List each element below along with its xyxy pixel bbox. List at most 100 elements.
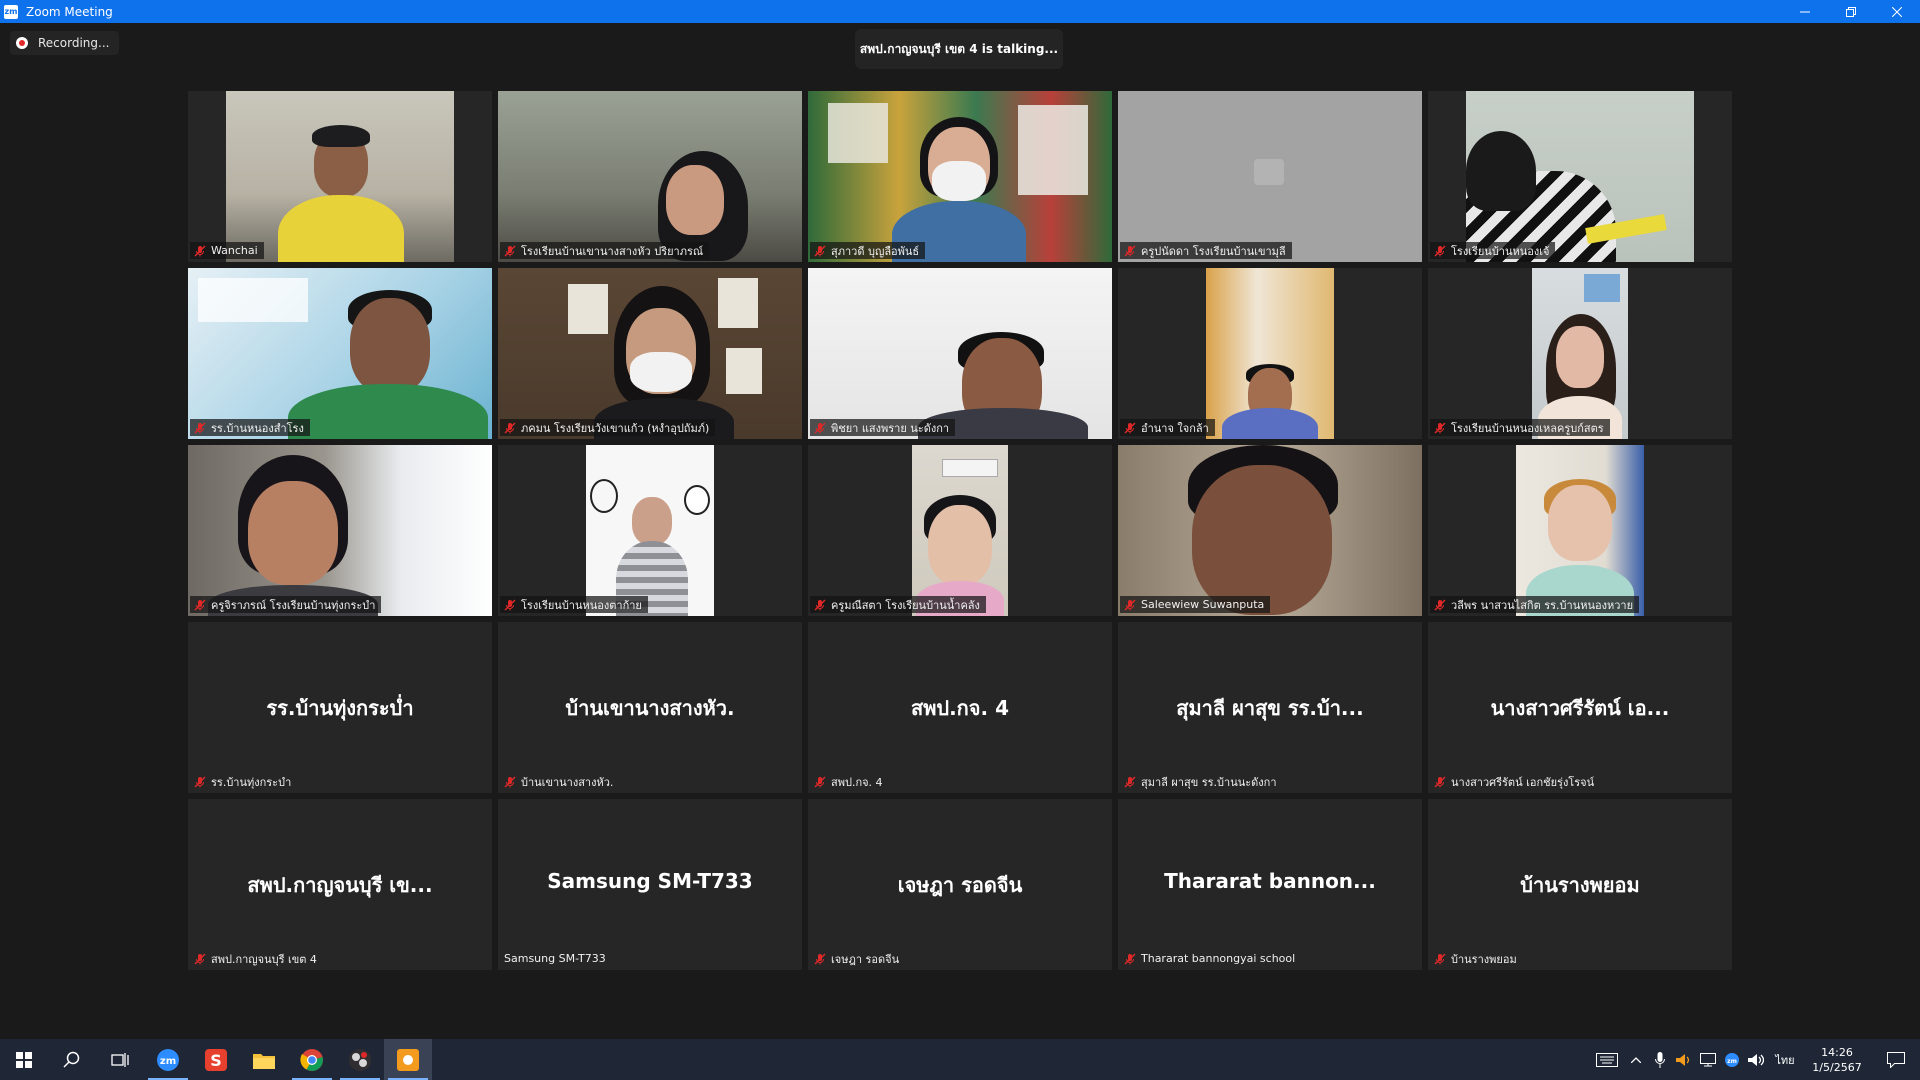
participant-tile[interactable]: เจษฎา รอดจีน เจษฎา รอดจีน [808, 799, 1112, 970]
search-button[interactable] [48, 1039, 96, 1080]
volume-tray[interactable] [1744, 1053, 1768, 1067]
restore-button[interactable] [1828, 0, 1874, 23]
obs-icon [349, 1048, 371, 1071]
participant-tile[interactable]: ครูจิราภรณ์ โรงเรียนบ้านทุ่งกระบำ [188, 445, 492, 616]
participant-tile[interactable]: Wanchai [188, 91, 492, 262]
participant-video [188, 268, 492, 439]
close-icon [1892, 6, 1902, 17]
participant-tile[interactable]: พิชยา แสงพราย นะดังกา [808, 268, 1112, 439]
minimize-button[interactable] [1782, 0, 1828, 23]
zoom-tray-icon: zm [1725, 1052, 1739, 1067]
participant-nameplate: Thararat bannongyai school [1120, 950, 1301, 967]
task-view-icon [111, 1052, 129, 1067]
minimize-icon [1800, 11, 1810, 12]
participant-nameplate: บ้านรางพยอม [1430, 950, 1523, 967]
participant-tile[interactable]: ครูปนัดดา โรงเรียนบ้านเขามุลี [1118, 91, 1422, 262]
mic-muted-icon [814, 422, 826, 434]
participant-tile[interactable]: สพป.กาญจนบุรี เข... สพป.กาญจนบุรี เขต 4 [188, 799, 492, 970]
file-explorer-icon [253, 1053, 275, 1069]
mic-muted-icon [814, 953, 826, 965]
participant-tile[interactable]: สุมาลี ผาสุข รร.บ้า... สุมาลี ผาสุข รร.บ… [1118, 622, 1422, 793]
taskbar-zoom[interactable]: zm [144, 1039, 192, 1080]
taskbar-paint-app[interactable] [384, 1039, 432, 1080]
participant-name: สุภาวดี บุญลือพันธ์ [831, 244, 920, 258]
wps-app-icon: S [205, 1048, 227, 1071]
participant-video [808, 268, 1112, 439]
participant-nameplate: สุมาลี ผาสุข รร.บ้านนะดังกา [1120, 773, 1283, 790]
svg-text:S: S [210, 1051, 222, 1070]
zoom-tray[interactable]: zm [1720, 1052, 1744, 1067]
participant-video [1118, 445, 1422, 616]
input-language-button[interactable]: ไทย [1768, 1051, 1802, 1069]
participant-name: Saleewiew Suwanputa [1141, 598, 1265, 611]
participant-tile[interactable]: สุภาวดี บุญลือพันธ์ [808, 91, 1112, 262]
keyboard-icon [1596, 1052, 1618, 1067]
participant-name: บ้านเขานางสางหัว. [521, 775, 614, 789]
start-button[interactable] [0, 1039, 48, 1080]
participant-tile[interactable]: โรงเรียนบ้านหนองตาก้าย [498, 445, 802, 616]
participant-nameplate: บ้านเขานางสางหัว. [500, 773, 619, 790]
participant-display-name: เจษฎา รอดจีน [897, 873, 1023, 897]
participant-nameplate: อำนาจ ใจกล้า [1120, 419, 1215, 436]
participant-tile[interactable]: Samsung SM-T733 Samsung SM-T733 [498, 799, 802, 970]
participant-name: โรงเรียนบ้านหนองเจ้ [1451, 244, 1550, 258]
mic-muted-icon [504, 599, 516, 611]
search-icon [63, 1051, 80, 1068]
participant-tile[interactable]: สพป.กจ. 4 สพป.กจ. 4 [808, 622, 1112, 793]
participant-nameplate: พิชยา แสงพราย นะดังกา [810, 419, 956, 436]
participant-tile[interactable]: Thararat bannon... Thararat bannongyai s… [1118, 799, 1422, 970]
participant-tile[interactable]: รร.บ้านทุ่งกระบ่ำ รร.บ้านทุ่งกระบำ [188, 622, 492, 793]
participant-video [498, 268, 802, 439]
participant-video [498, 91, 802, 262]
participant-nameplate: ครูมณีสตา โรงเรียนบ้านน้ำคลัง [810, 596, 986, 613]
participant-video [226, 91, 454, 262]
taskbar-obs[interactable] [336, 1039, 384, 1080]
participant-nameplate: วลีพร นาสวนไสกิต รร.บ้านหนองหวาย [1430, 596, 1640, 613]
participant-name: ครูมณีสตา โรงเรียนบ้านน้ำคลัง [831, 598, 980, 612]
participant-tile[interactable]: อำนาจ ใจกล้า [1118, 268, 1422, 439]
participant-tile[interactable]: รร.บ้านหนองสำโรง [188, 268, 492, 439]
mic-muted-icon [814, 599, 826, 611]
participant-name: รร.บ้านทุ่งกระบำ [211, 775, 292, 789]
participant-tile[interactable]: บ้านรางพยอม บ้านรางพยอม [1428, 799, 1732, 970]
network-tray[interactable] [1696, 1052, 1720, 1067]
notification-center-button[interactable] [1872, 1051, 1920, 1068]
task-view-button[interactable] [96, 1039, 144, 1080]
participant-tile[interactable]: บ้านเขานางสางหัว. บ้านเขานางสางหัว. [498, 622, 802, 793]
participant-video [188, 445, 492, 616]
taskbar-file-explorer[interactable] [240, 1039, 288, 1080]
participant-tile[interactable]: โรงเรียนบ้านหนองเหลครูบก์สตร [1428, 268, 1732, 439]
close-button[interactable] [1874, 0, 1920, 23]
clock[interactable]: 14:26 1/5/2567 [1802, 1045, 1872, 1075]
restore-icon [1846, 6, 1856, 17]
participant-tile[interactable]: นางสาวศรีรัตน์ เอ... นางสาวศรีรัตน์ เอกช… [1428, 622, 1732, 793]
svg-text:zm: zm [160, 1056, 176, 1067]
participant-display-name: บ้านเขานางสางหัว. [565, 696, 735, 720]
microphone-tray[interactable] [1648, 1051, 1672, 1068]
participant-tile[interactable]: โรงเรียนบ้านเขานางสางหัว ปริยาภรณ์ [498, 91, 802, 262]
taskbar-chrome[interactable] [288, 1039, 336, 1080]
participant-tile[interactable]: ภคมน โรงเรียนวังเขาแก้ว (หงำอุปถัมภ์) [498, 268, 802, 439]
participant-tile[interactable]: วลีพร นาสวนไสกิต รร.บ้านหนองหวาย [1428, 445, 1732, 616]
participant-tile[interactable]: โรงเรียนบ้านหนองเจ้ [1428, 91, 1732, 262]
participant-tile[interactable]: ครูมณีสตา โรงเรียนบ้านน้ำคลัง [808, 445, 1112, 616]
mic-muted-icon [1124, 422, 1136, 434]
mic-muted-icon [1124, 953, 1136, 965]
recording-indicator[interactable]: Recording... [10, 31, 120, 55]
mic-muted-icon [1434, 599, 1446, 611]
participant-display-name: สพป.กาญจนบุรี เข... [247, 873, 433, 897]
show-hidden-icons-button[interactable] [1624, 1056, 1648, 1063]
participant-nameplate: Samsung SM-T733 [500, 950, 612, 967]
clock-date: 1/5/2567 [1812, 1060, 1862, 1074]
participant-tile[interactable]: Saleewiew Suwanputa [1118, 445, 1422, 616]
participant-name: โรงเรียนบ้านเขานางสางหัว ปริยาภรณ์ [521, 244, 704, 258]
participant-display-name: นางสาวศรีรัตน์ เอ... [1490, 696, 1670, 720]
volume-icon [1748, 1053, 1764, 1066]
chevron-up-icon [1631, 1056, 1641, 1063]
speaker-tray[interactable] [1672, 1053, 1696, 1067]
taskbar-wps[interactable]: S [192, 1039, 240, 1080]
zoom-logo-icon: zm [4, 4, 18, 19]
participant-nameplate: Wanchai [190, 242, 264, 259]
keyboard-tray[interactable] [1590, 1052, 1624, 1067]
participant-nameplate: ครูจิราภรณ์ โรงเรียนบ้านทุ่งกระบำ [190, 596, 382, 613]
